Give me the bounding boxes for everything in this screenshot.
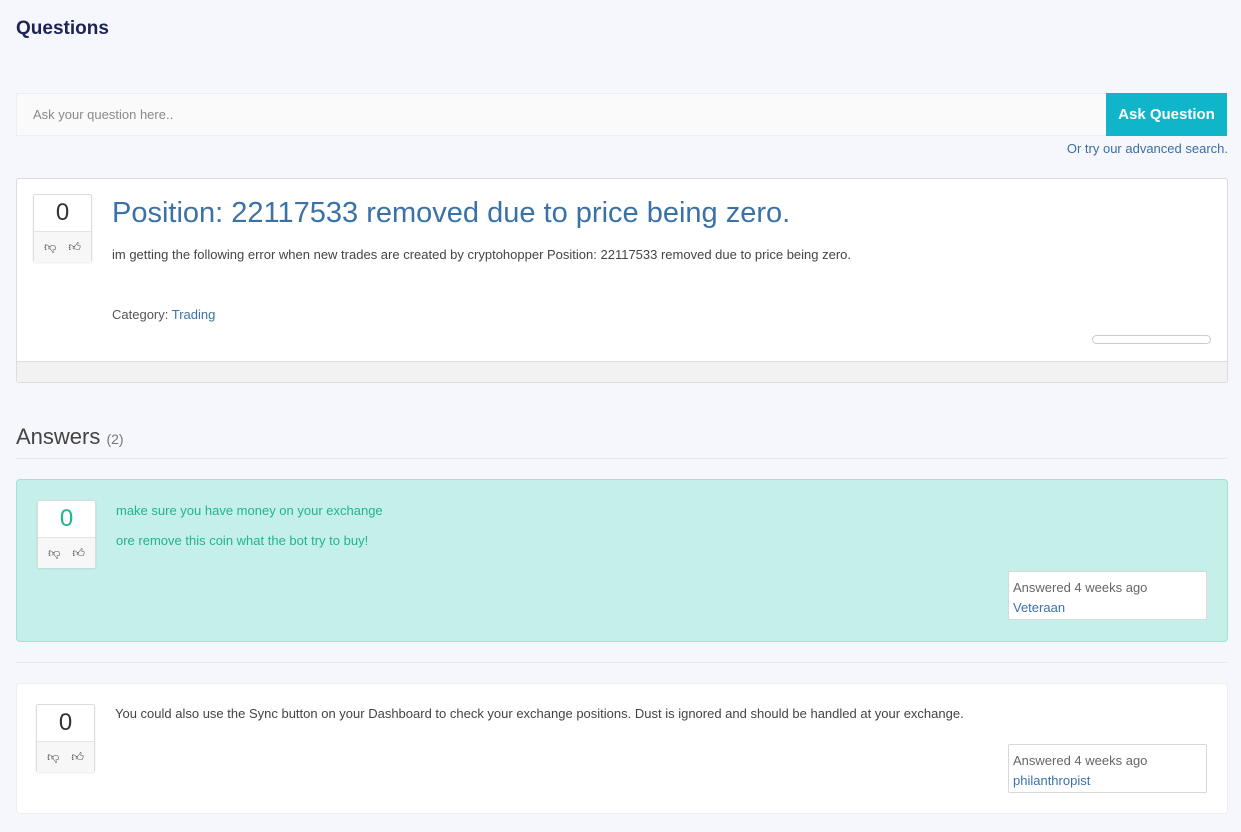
category-link[interactable]: Trading (172, 307, 216, 322)
answer-vote-actions: 👎︎ 👍︎ (37, 741, 94, 772)
question-category: Category: Trading (112, 307, 215, 322)
ask-question-input[interactable] (16, 93, 1106, 136)
thumbs-down-icon[interactable]: 👎︎ (47, 751, 59, 763)
answer-line: You could also use the Sync button on yo… (115, 706, 964, 721)
answer-body: make sure you have money on your exchang… (116, 496, 383, 556)
answer-line: ore remove this coin what the bot try to… (116, 533, 369, 548)
thumbs-down-icon[interactable]: 👎︎ (44, 241, 56, 253)
advanced-search-link[interactable]: Or try our advanced search. (1067, 141, 1228, 156)
answer-card-accepted: 0 👎︎ 👍︎ make sure you have money on your… (16, 479, 1228, 642)
question-vote-actions: 👎︎ 👍︎ (34, 231, 91, 262)
answer-author-link[interactable]: Veteraan (1013, 598, 1202, 618)
thumbs-up-icon[interactable]: 👍︎ (72, 547, 85, 559)
question-footer (17, 361, 1227, 382)
answer-vote-box: 0 👎︎ 👍︎ (37, 500, 96, 568)
question-tag-pill (1092, 335, 1211, 344)
answered-time: Answered 4 weeks ago (1013, 580, 1148, 595)
answer-vote-count: 0 (58, 709, 73, 736)
ask-question-bar: Ask Question (16, 93, 1227, 136)
question-vote-count: 0 (55, 199, 70, 226)
answered-time: Answered 4 weeks ago (1013, 753, 1148, 768)
answer-vote-actions: 👎︎ 👍︎ (38, 537, 95, 568)
answers-heading: Answers (2) (16, 424, 124, 450)
answer-line: make sure you have money on your exchang… (116, 503, 383, 518)
page-title: Questions (16, 18, 109, 39)
answer-meta: Answered 4 weeks ago philanthropist (1008, 744, 1207, 793)
question-card: 0 👎︎ 👍︎ Position: 22117533 removed due t… (16, 178, 1228, 383)
answer-author-link[interactable]: philanthropist (1013, 771, 1202, 791)
divider (16, 662, 1227, 663)
thumbs-up-icon[interactable]: 👍︎ (71, 751, 84, 763)
answer-card: 0 👎︎ 👍︎ You could also use the Sync butt… (16, 683, 1228, 814)
answer-meta: Answered 4 weeks ago Veteraan (1008, 571, 1207, 620)
answers-title: Answers (16, 424, 101, 449)
question-vote-box: 0 👎︎ 👍︎ (33, 194, 92, 262)
ask-question-button[interactable]: Ask Question (1106, 93, 1227, 136)
question-body: im getting the following error when new … (112, 247, 852, 262)
thumbs-up-icon[interactable]: 👍︎ (68, 241, 81, 253)
answer-vote-count: 0 (59, 505, 74, 532)
question-title[interactable]: Position: 22117533 removed due to price … (112, 197, 790, 230)
answer-vote-box: 0 👎︎ 👍︎ (36, 704, 95, 772)
category-label: Category: (112, 307, 169, 322)
thumbs-down-icon[interactable]: 👎︎ (48, 547, 60, 559)
answer-body: You could also use the Sync button on yo… (115, 699, 964, 729)
divider (16, 458, 1227, 459)
answers-count: (2) (106, 431, 124, 447)
